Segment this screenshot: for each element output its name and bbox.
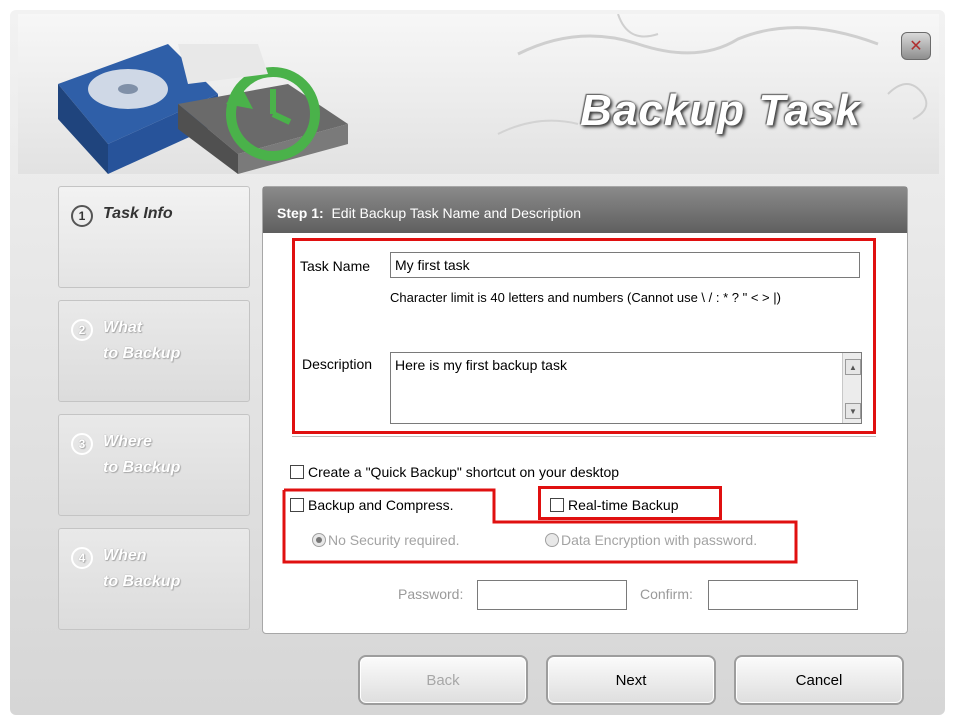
step-number: 1 — [71, 205, 93, 227]
sidebar-step-what-to-backup[interactable]: 2 What to Backup — [58, 300, 250, 402]
password-input[interactable] — [477, 580, 627, 610]
step-label-line2: to Backup — [103, 459, 181, 476]
no-security-label: No Security required. — [328, 532, 460, 548]
encryption-label: Data Encryption with password. — [561, 532, 758, 548]
back-button[interactable]: Back — [358, 655, 528, 705]
step-label-line2: to Backup — [103, 573, 181, 590]
sidebar-step-when-to-backup[interactable]: 4 When to Backup — [58, 528, 250, 630]
step-indicator: Step 1: — [277, 205, 324, 221]
password-label: Password: — [398, 586, 464, 602]
window-title: Backup Task — [580, 86, 861, 135]
cancel-button[interactable]: Cancel — [734, 655, 904, 705]
next-button[interactable]: Next — [546, 655, 716, 705]
radio-selected-icon[interactable] — [312, 533, 326, 547]
sidebar-step-task-info[interactable]: 1 Task Info — [58, 186, 250, 288]
confirm-input[interactable] — [708, 580, 858, 610]
step-label: What — [103, 319, 143, 336]
highlight-task-details — [292, 238, 876, 434]
sidebar-step-where-to-backup[interactable]: 3 Where to Backup — [58, 414, 250, 516]
panel-header: Step 1: Edit Backup Task Name and Descri… — [263, 187, 907, 233]
dialog-header: Backup Task — [18, 14, 939, 174]
quick-backup-checkbox[interactable]: Create a "Quick Backup" shortcut on your… — [290, 464, 619, 480]
quick-backup-label: Create a "Quick Backup" shortcut on your… — [308, 464, 620, 480]
step-label: When — [103, 547, 147, 564]
close-button[interactable]: ✕ — [901, 32, 931, 60]
step-title: Edit Backup Task Name and Description — [331, 205, 582, 221]
highlight-realtime — [538, 486, 722, 520]
separator — [292, 436, 876, 437]
radio-icon[interactable] — [545, 533, 559, 547]
no-security-radio[interactable]: No Security required. — [312, 532, 460, 548]
close-icon: ✕ — [909, 38, 923, 55]
step-label: Where — [103, 433, 152, 450]
step-label-line2: to Backup — [103, 345, 181, 362]
confirm-label: Confirm: — [640, 586, 693, 602]
checkbox-box[interactable] — [290, 465, 304, 479]
step-label: Task Info — [103, 205, 173, 222]
encryption-radio[interactable]: Data Encryption with password. — [545, 532, 757, 548]
step-number: 2 — [71, 319, 93, 341]
backup-app-icon — [58, 44, 348, 174]
step-number: 3 — [71, 433, 93, 455]
step-number: 4 — [71, 547, 93, 569]
